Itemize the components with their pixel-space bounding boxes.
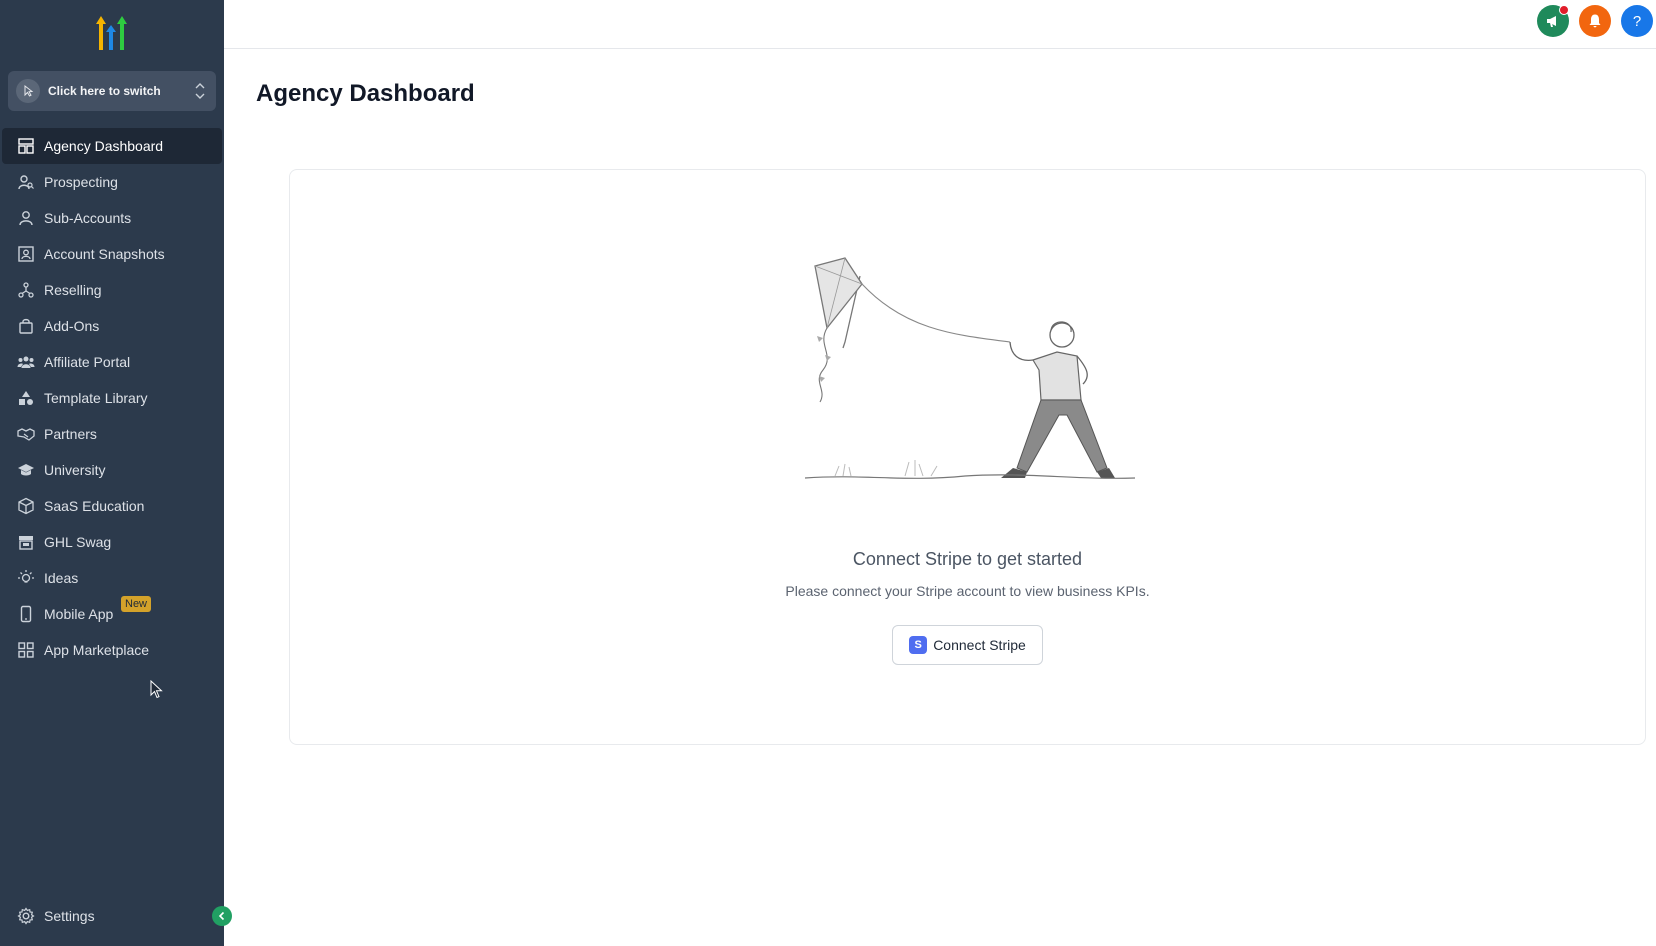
sidebar-item-label: Sub-Accounts — [44, 210, 132, 226]
sidebar-item-template-library[interactable]: Template Library — [0, 380, 224, 416]
bell-icon — [1589, 14, 1601, 28]
pointer-icon — [16, 79, 40, 103]
collapse-sidebar-button[interactable] — [212, 906, 232, 926]
user-icon — [17, 209, 35, 227]
sidebar-item-label: GHL Swag — [44, 534, 112, 550]
store-icon — [17, 533, 35, 551]
help-button[interactable]: ? — [1621, 5, 1653, 37]
handshake-icon — [17, 425, 35, 443]
bag-icon — [17, 317, 35, 335]
sidebar-item-prospecting[interactable]: Prospecting — [0, 164, 224, 200]
page-title: Agency Dashboard — [256, 80, 475, 107]
sidebar-nav: Agency Dashboard Prospecting Sub-Account… — [0, 128, 224, 668]
prospecting-icon — [17, 173, 35, 191]
sidebar: Click here to switch Agency Dashboard Pr… — [0, 0, 224, 946]
sidebar-item-reselling[interactable]: Reselling — [0, 272, 224, 308]
app-logo[interactable] — [90, 16, 134, 56]
sidebar-item-label: Partners — [44, 426, 97, 442]
sidebar-item-settings[interactable]: Settings — [17, 904, 95, 928]
switcher-label: Click here to switch — [48, 84, 161, 98]
new-badge: New — [121, 596, 152, 612]
gear-icon — [17, 907, 35, 925]
sidebar-item-label: Prospecting — [44, 174, 118, 190]
shapes-icon — [17, 389, 35, 407]
sidebar-item-add-ons[interactable]: Add-Ons — [0, 308, 224, 344]
sidebar-item-account-snapshots[interactable]: Account Snapshots — [0, 236, 224, 272]
sidebar-item-label: Account Snapshots — [44, 246, 165, 262]
lightbulb-icon — [17, 569, 35, 587]
sidebar-item-ideas[interactable]: Ideas — [0, 560, 224, 596]
sidebar-item-sub-accounts[interactable]: Sub-Accounts — [0, 200, 224, 236]
chevron-left-icon — [218, 911, 225, 921]
box-icon — [17, 497, 35, 515]
top-header: ? — [224, 0, 1656, 49]
connect-stripe-label: Connect Stripe — [933, 637, 1026, 653]
connect-stripe-button[interactable]: S Connect Stripe — [892, 625, 1043, 665]
graduation-cap-icon — [17, 461, 35, 479]
sidebar-item-label: Settings — [44, 908, 95, 924]
sidebar-item-label: SaaS Education — [44, 498, 145, 514]
group-icon — [17, 353, 35, 371]
kite-illustration — [805, 257, 1135, 479]
empty-state-subtitle: Please connect your Stripe account to vi… — [785, 583, 1150, 599]
sidebar-item-label: Reselling — [44, 282, 102, 298]
dashboard-icon — [17, 137, 35, 155]
stripe-icon: S — [909, 636, 928, 654]
sidebar-item-label: Add-Ons — [44, 318, 100, 334]
megaphone-icon — [1547, 16, 1556, 27]
sidebar-item-label: Ideas — [44, 570, 79, 586]
sidebar-item-saas-education[interactable]: SaaS Education — [0, 488, 224, 524]
sidebar-item-mobile-app[interactable]: Mobile App New — [0, 596, 224, 632]
reselling-icon — [17, 281, 35, 299]
sidebar-item-label: App Marketplace — [44, 642, 150, 658]
grid-icon — [17, 641, 35, 659]
sidebar-item-university[interactable]: University — [0, 452, 224, 488]
sidebar-item-label: University — [44, 462, 106, 478]
sidebar-item-app-marketplace[interactable]: App Marketplace — [0, 632, 224, 668]
chevron-updown-icon — [195, 83, 205, 99]
sidebar-item-agency-dashboard[interactable]: Agency Dashboard — [2, 128, 222, 164]
notification-dot — [1559, 5, 1569, 15]
sidebar-item-label: Template Library — [44, 390, 148, 406]
mouse-cursor-icon — [150, 680, 163, 699]
announcements-button[interactable] — [1537, 5, 1569, 37]
sidebar-item-label: Affiliate Portal — [44, 354, 131, 370]
sidebar-item-ghl-swag[interactable]: GHL Swag — [0, 524, 224, 560]
help-icon: ? — [1632, 12, 1642, 30]
empty-state-card: Connect Stripe to get started Please con… — [289, 169, 1646, 745]
sidebar-item-partners[interactable]: Partners — [0, 416, 224, 452]
empty-state-title: Connect Stripe to get started — [852, 549, 1083, 569]
sidebar-item-label: Agency Dashboard — [44, 138, 164, 154]
phone-icon — [17, 605, 35, 623]
sidebar-item-affiliate-portal[interactable]: Affiliate Portal — [0, 344, 224, 380]
account-switcher[interactable]: Click here to switch — [8, 71, 216, 111]
sidebar-item-label: Mobile App — [44, 606, 114, 622]
snapshot-icon — [17, 245, 35, 263]
notifications-button[interactable] — [1579, 5, 1611, 37]
